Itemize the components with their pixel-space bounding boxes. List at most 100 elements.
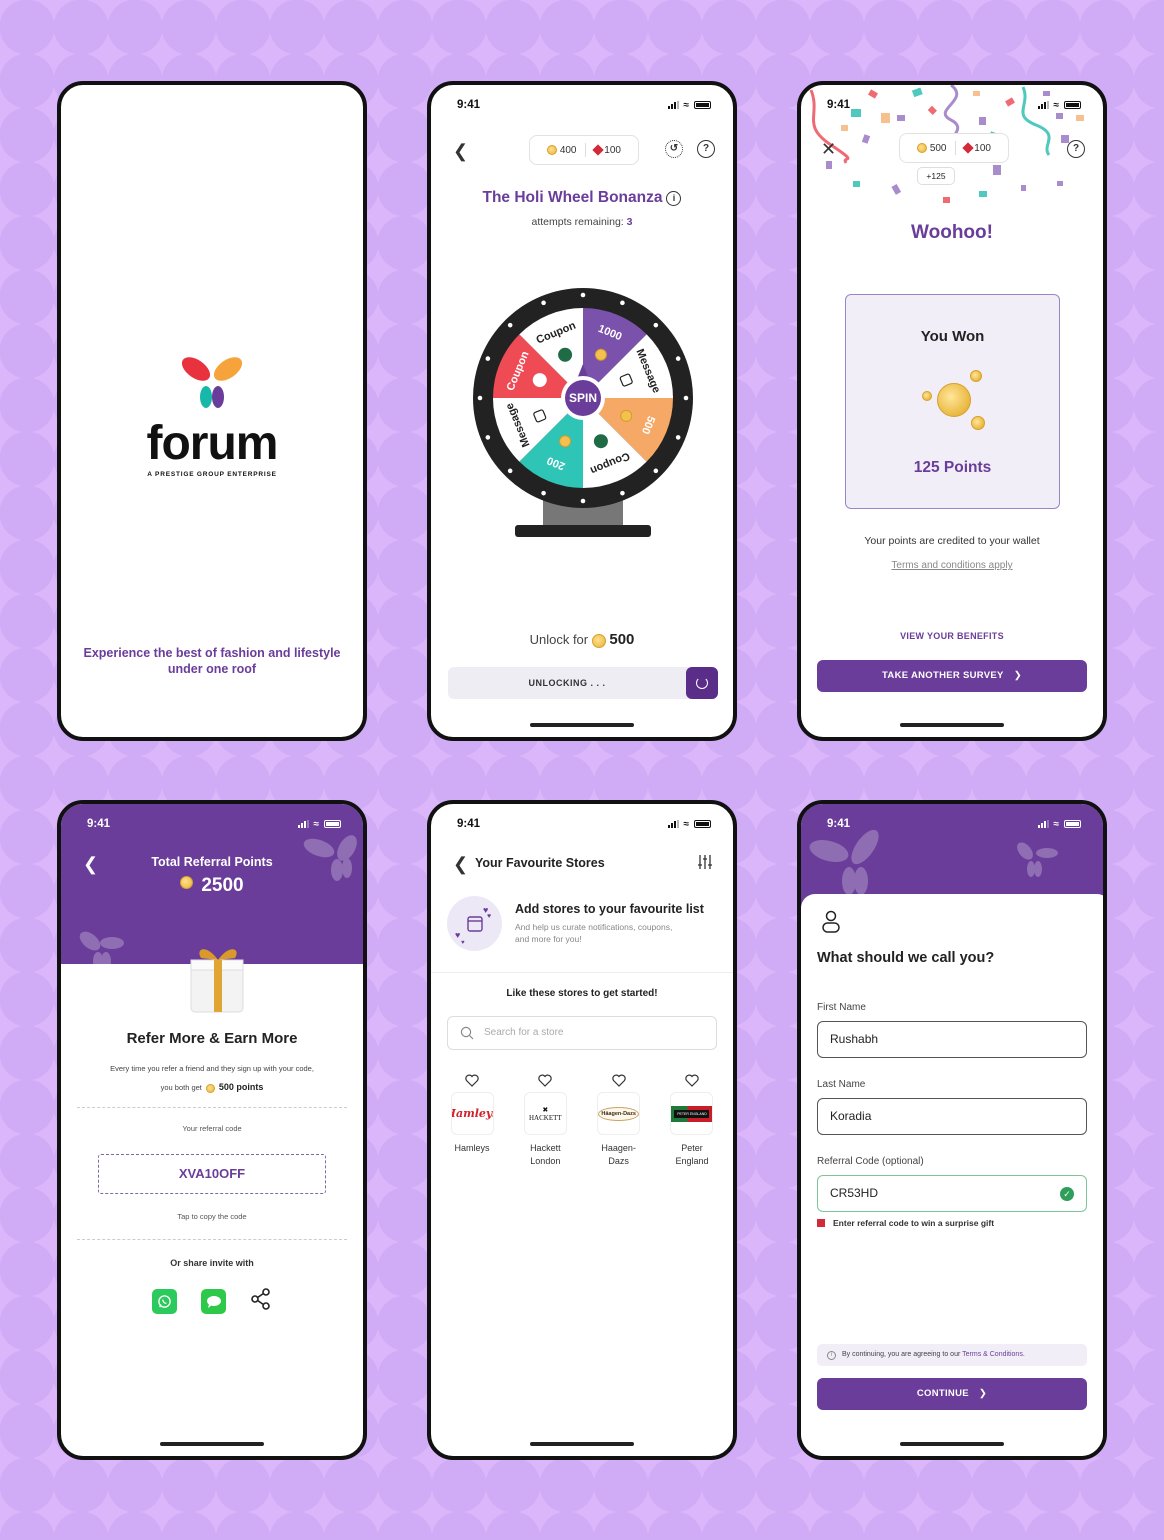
store-item[interactable]: Häagen-Dazs Haagen-Dazs	[594, 1074, 644, 1168]
haagen-dazs-logo: Häagen-Dazs	[597, 1092, 641, 1135]
wheel-light	[675, 356, 681, 361]
coin-icon	[180, 876, 194, 889]
wifi-icon: ≈	[683, 818, 690, 830]
attempts-remaining: attempts remaining: 3	[531, 216, 633, 228]
butterfly-decoration-icon	[79, 931, 124, 969]
store-search-input[interactable]: Search for a store	[447, 1016, 717, 1050]
message-bubble-icon	[206, 1295, 221, 1308]
coin-icon	[559, 435, 572, 448]
consent-notice: i By continuing, you are agreeing to our …	[817, 1344, 1087, 1366]
help-icon[interactable]: ?	[1067, 140, 1085, 158]
butterfly-decoration-icon	[1017, 842, 1058, 877]
status-time: 9:41	[457, 99, 481, 111]
signal-icon	[1037, 820, 1049, 828]
coin-balance: 500	[929, 142, 947, 154]
check-circle-icon: ✓	[1060, 1187, 1074, 1201]
gift-box-icon: ✦ ✦	[190, 949, 244, 1013]
store-name: Haagen-Dazs	[601, 1143, 636, 1166]
divider	[77, 1239, 347, 1240]
continue-button[interactable]: CONTINUE ❯	[817, 1378, 1087, 1410]
coupon-logo-icon	[558, 347, 573, 362]
you-won-label: You Won	[920, 328, 985, 345]
wheel-light	[653, 322, 659, 328]
messages-share-button[interactable]	[201, 1289, 226, 1314]
gem-balance: 100	[604, 144, 621, 156]
store-item[interactable]: Hamleys Hamleys	[447, 1074, 497, 1168]
form-card: What should we call you? First Name Rush…	[801, 894, 1103, 1456]
total-referral-points: 2500	[61, 875, 363, 897]
status-bar: 9:41 ≈	[801, 814, 1103, 834]
store-item[interactable]: ✖ HACKETT Hackett London	[520, 1074, 570, 1168]
battery-icon	[694, 820, 711, 828]
history-icon[interactable]: ↺	[665, 140, 683, 158]
wifi-icon: ≈	[1053, 818, 1060, 830]
total-referral-points-label: Total Referral Points	[151, 855, 273, 869]
last-name-field[interactable]: Koradia	[817, 1098, 1087, 1135]
terms-link[interactable]: Terms and conditions apply	[801, 560, 1103, 571]
unlock-slider[interactable]: UNLOCKING . . .	[448, 667, 718, 699]
battery-icon	[694, 101, 711, 109]
wheel-light	[507, 322, 513, 328]
whatsapp-share-button[interactable]	[152, 1289, 177, 1314]
referral-code-field[interactable]: CR53HD ✓	[817, 1175, 1087, 1212]
brand-subtitle: A PRESTIGE GROUP ENTERPRISE	[147, 471, 277, 478]
tap-to-copy-hint: Tap to copy the code	[177, 1212, 247, 1221]
gem-icon	[961, 142, 974, 154]
wheel-title: The Holi Wheel Bonanza i	[431, 189, 733, 207]
view-benefits-link[interactable]: VIEW YOUR BENEFITS	[801, 631, 1103, 641]
referral-code-box[interactable]: XVA10OFF	[98, 1154, 326, 1194]
points-delta-badge: +125	[917, 167, 955, 185]
signal-icon	[1037, 101, 1049, 109]
wheel-light	[620, 300, 625, 306]
heart-icon[interactable]	[685, 1074, 699, 1087]
coin-icon	[620, 409, 633, 422]
search-placeholder: Search for a store	[484, 1027, 564, 1038]
first-name-label: First Name	[817, 1002, 866, 1013]
refer-description: Every time you refer a friend and they s…	[110, 1064, 314, 1093]
wheel-light	[541, 300, 546, 306]
unlocking-label: UNLOCKING . . .	[528, 678, 606, 688]
wallet-balance[interactable]: 500 100	[899, 133, 1009, 163]
heart-icon[interactable]	[611, 1074, 626, 1087]
home-indicator	[900, 723, 1004, 727]
wheel-light	[653, 468, 659, 474]
first-name-field[interactable]: Rushabh	[817, 1021, 1087, 1058]
heart-icon[interactable]	[538, 1074, 553, 1087]
add-stores-title: Add stores to your favourite list	[515, 902, 704, 916]
signal-icon	[667, 820, 679, 828]
store-hearts-icon: ♥ ♥ ♥ ♥	[447, 896, 502, 951]
status-bar: 9:41 ≈	[801, 95, 1103, 115]
spin-label[interactable]: SPIN	[569, 391, 597, 405]
status-bar: 9:41 ≈	[431, 95, 733, 115]
close-button[interactable]: ✕	[821, 140, 836, 158]
gem-balance: 100	[974, 142, 991, 154]
back-button[interactable]: ❮	[453, 854, 468, 875]
heart-icon[interactable]	[465, 1074, 479, 1087]
share-button[interactable]	[250, 1288, 272, 1315]
coin-icon	[591, 633, 606, 648]
terms-link[interactable]: Terms & Conditions.	[962, 1351, 1025, 1358]
store-name: Hackett London	[530, 1143, 561, 1166]
home-indicator	[900, 1442, 1004, 1446]
info-icon[interactable]: i	[666, 191, 682, 206]
form-heading: What should we call you?	[817, 950, 995, 966]
svg-text:♥: ♥	[487, 913, 491, 920]
take-another-survey-button[interactable]: TAKE ANOTHER SURVEY ❯	[817, 660, 1087, 692]
filter-icon[interactable]	[697, 854, 713, 870]
page-title: Your Favourite Stores	[475, 856, 605, 870]
store-item[interactable]: PETER ENGLAND Peter England	[667, 1074, 717, 1168]
status-bar: 9:41 ≈	[431, 814, 733, 834]
wheel-light	[485, 356, 491, 361]
favourite-stores-screen: 9:41 ≈ ❮ Your Favourite Stores ♥ ♥ ♥ ♥ Add …	[427, 800, 737, 1460]
wheel-light	[541, 490, 546, 496]
wallet-balance[interactable]: 400 100	[529, 135, 639, 165]
whatsapp-icon	[158, 1295, 171, 1308]
back-button[interactable]: ❮	[453, 141, 468, 162]
add-stores-subtitle: And help us curate notifications, coupon…	[515, 922, 673, 944]
info-icon: i	[827, 1351, 836, 1360]
help-icon[interactable]: ?	[697, 140, 715, 158]
prize-wheel[interactable]: 1000Message500Coupon200MessageCouponCoup…	[467, 285, 699, 547]
store-name: Hamleys	[454, 1143, 490, 1153]
wifi-icon: ≈	[1053, 99, 1060, 111]
tagline: Experience the best of fashion and lifes…	[83, 646, 341, 676]
